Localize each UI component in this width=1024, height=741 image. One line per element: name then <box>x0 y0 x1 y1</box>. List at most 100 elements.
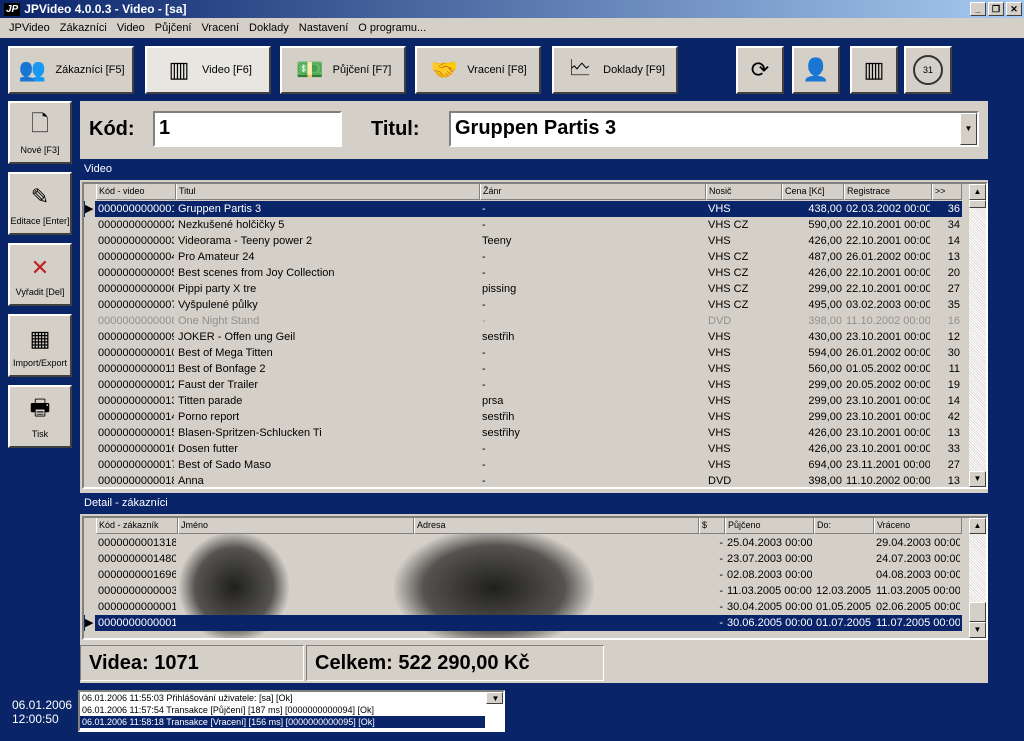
menu-item[interactable]: O programu... <box>353 18 431 38</box>
customer-button[interactable]: 👤 <box>792 46 840 94</box>
table-cell: - <box>482 347 486 359</box>
side-button[interactable]: 🖶 Tisk <box>8 385 72 448</box>
table-cell: VHS CZ <box>708 283 749 295</box>
table-cell: 0000000000016 <box>98 443 174 455</box>
table-row[interactable]: 0000000000007 Vyšpulené půlky - VHS CZ 495,0… <box>84 297 962 313</box>
table-row[interactable]: ▶ 0000000000001 -30.06.2005 00:00 01.07.200… <box>84 615 962 631</box>
menu-item[interactable]: Zákazníci <box>55 18 112 38</box>
table-cell: VHS CZ <box>708 219 749 231</box>
menu-item[interactable]: JPVideo <box>4 18 55 38</box>
side-button[interactable]: 🗋 Nové [F3] <box>8 101 72 164</box>
column-header[interactable]: Registrace <box>844 184 932 200</box>
menu-item[interactable]: Video <box>112 18 150 38</box>
table-cell: - <box>482 379 486 391</box>
table-cell: Porno report <box>178 411 240 423</box>
table-cell: VHS <box>708 395 731 407</box>
side-button[interactable]: ▦ Import/Export <box>8 314 72 377</box>
table-row[interactable]: 0000000000006 Pippi party X tre pissing VHS… <box>84 281 962 297</box>
table-row[interactable]: 0000000001480 -23.07.2003 00:00 24.07.2003… <box>84 551 962 567</box>
table-row[interactable]: 0000000000017 Best of Sado Maso - VHS 694,00… <box>84 457 962 473</box>
table-row[interactable]: 0000000000016 Dosen futter - VHS 426,00 23.10… <box>84 441 962 457</box>
table-row[interactable]: 0000000001318 -25.04.2003 00:00 29.04.2003… <box>84 535 962 551</box>
column-header[interactable]: Titul <box>176 184 480 200</box>
side-button[interactable]: ✕ Vyřadit [Del] <box>8 243 72 306</box>
column-header[interactable]: $ <box>699 518 725 534</box>
transaction-log[interactable]: ▲▼ 06.01.2006 11:55:03 Přihlášování uživ… <box>78 690 505 732</box>
column-header[interactable]: Do: <box>814 518 874 534</box>
table-cell: VHS <box>708 379 731 391</box>
table-row[interactable]: 0000000000002 Nezkušené holčičky 5 - VHS CZ… <box>84 217 962 233</box>
refresh-button[interactable]: ⟳ <box>736 46 784 94</box>
column-header[interactable]: Půjčeno <box>725 518 814 534</box>
table-row[interactable]: 0000000000004 Pro Amateur 24 - VHS CZ 487,00… <box>84 249 962 265</box>
table-row[interactable]: 0000000000012 Faust der Trailer - VHS 299,00… <box>84 377 962 393</box>
column-header[interactable]: >> <box>932 184 962 200</box>
table-row[interactable]: 0000000000005 Best scenes from Joy Collec… <box>84 265 962 281</box>
column-header[interactable]: Jméno <box>178 518 414 534</box>
column-header[interactable]: Cena [Kč] <box>782 184 844 200</box>
menu-item[interactable]: Doklady <box>244 18 294 38</box>
maximize-button[interactable]: ❐ <box>988 2 1004 16</box>
refresh-icon: ⟳ <box>750 57 770 82</box>
barcode-button[interactable]: ▥ <box>850 46 898 94</box>
calendar-day: 31 <box>922 65 933 75</box>
table-cell: 0000000000001 <box>98 203 174 215</box>
menu-item[interactable]: Půjčení <box>150 18 197 38</box>
video-scrollbar[interactable]: ▲ ▼ <box>969 184 986 487</box>
table-cell: 426,00 <box>808 443 842 455</box>
column-header[interactable]: Adresa <box>414 518 699 534</box>
log-entry[interactable]: 06.01.2006 11:57:54 Transakce [Půjčení] … <box>80 704 485 716</box>
chevron-down-icon[interactable]: ▼ <box>960 113 977 145</box>
table-row[interactable]: 0000000000011 Best of Bonfage 2 - VHS 560,00… <box>84 361 962 377</box>
table-row[interactable]: 0000000000003-11.03.2005 00:00 12.03.2005… <box>84 583 962 599</box>
log-entry[interactable]: 06.01.2006 11:58:18 Transakce [Vracení] … <box>80 716 485 728</box>
menu-item[interactable]: Vracení <box>197 18 245 38</box>
table-row[interactable]: 0000000000018 Anna - DVD 398,00 11.10.2002 00… <box>84 473 962 487</box>
column-header[interactable]: Žánr <box>480 184 706 200</box>
table-cell: 04.08.2003 00:00 <box>876 569 960 581</box>
table-cell: VHS <box>708 363 731 375</box>
column-header[interactable]: Kód - zákazník <box>96 518 178 534</box>
toolbar-button[interactable]: 🤝 Vracení [F8] <box>415 46 541 94</box>
table-cell: 694,00 <box>808 459 842 471</box>
table-cell: pissing <box>482 283 517 295</box>
toolbar-button[interactable]: 👥 Zákazníci [F5] <box>8 46 134 94</box>
calendar-button[interactable]: 31 <box>904 46 952 94</box>
table-cell: 26.01.2002 00:00 <box>846 251 930 263</box>
table-row[interactable]: 0000000000009 JOKER - Offen ung Geil sestř… <box>84 329 962 345</box>
table-row[interactable]: 0000000000008 One Night Stand - DVD 398,00 11… <box>84 313 962 329</box>
table-row[interactable]: 0000000000015 Blasen-Spritzen-Schlucken T… <box>84 425 962 441</box>
table-row[interactable]: 0000000000014 Porno report sestřih VHS 299,0… <box>84 409 962 425</box>
detail-scrollbar[interactable]: ▲ ▼ <box>969 518 986 638</box>
side-button[interactable]: ✎ Editace [Enter] <box>8 172 72 235</box>
code-label: Kód: <box>89 118 135 140</box>
toolbar-button-label: Vracení [F8] <box>467 64 527 76</box>
table-row[interactable]: 0000000001696 -02.08.2003 00:00 04.08.2003… <box>84 567 962 583</box>
log-scrollbar[interactable]: ▲▼ <box>486 692 503 704</box>
table-cell: 430,00 <box>808 331 842 343</box>
table-cell: Videorama - Teeny power 2 <box>178 235 313 247</box>
table-cell: 426,00 <box>808 267 842 279</box>
table-cell: prsa <box>482 395 504 407</box>
table-cell: 26.01.2002 00:00 <box>846 347 930 359</box>
toolbar-button[interactable]: 🗠 Doklady [F9] <box>552 46 678 94</box>
column-header[interactable]: Kód - video <box>96 184 176 200</box>
table-row[interactable]: 0000000000001 -30.04.2005 00:00 01.05.2005… <box>84 599 962 615</box>
close-button[interactable]: ✕ <box>1006 2 1022 16</box>
table-row[interactable]: 0000000000010 Best of Mega Titten - VHS 594,… <box>84 345 962 361</box>
menu-item[interactable]: Nastavení <box>294 18 354 38</box>
toolbar-button[interactable]: ▥ Video [F6] <box>145 46 271 94</box>
minimize-button[interactable]: _ <box>970 2 986 16</box>
table-row[interactable]: ▶ 0000000000001 Gruppen Partis 3 - VHS 438,00… <box>84 201 962 217</box>
table-cell: 01.05.2005 <box>816 601 872 613</box>
table-cell: - <box>482 475 486 487</box>
code-input[interactable]: 1 <box>153 111 342 147</box>
table-row[interactable]: 0000000000003 Videorama - Teeny power 2 Te… <box>84 233 962 249</box>
log-entry[interactable]: 06.01.2006 11:55:03 Přihlášování uživate… <box>80 692 485 704</box>
printer-icon: 🖶 <box>29 394 51 420</box>
table-row[interactable]: 0000000000013 Titten parade prsa VHS 299,00 2… <box>84 393 962 409</box>
toolbar-button[interactable]: 💵 Půjčení [F7] <box>280 46 406 94</box>
column-header[interactable]: Nosič <box>706 184 782 200</box>
title-select[interactable]: Gruppen Partis 3 ▼ <box>449 111 979 147</box>
column-header[interactable]: Vráceno <box>874 518 962 534</box>
